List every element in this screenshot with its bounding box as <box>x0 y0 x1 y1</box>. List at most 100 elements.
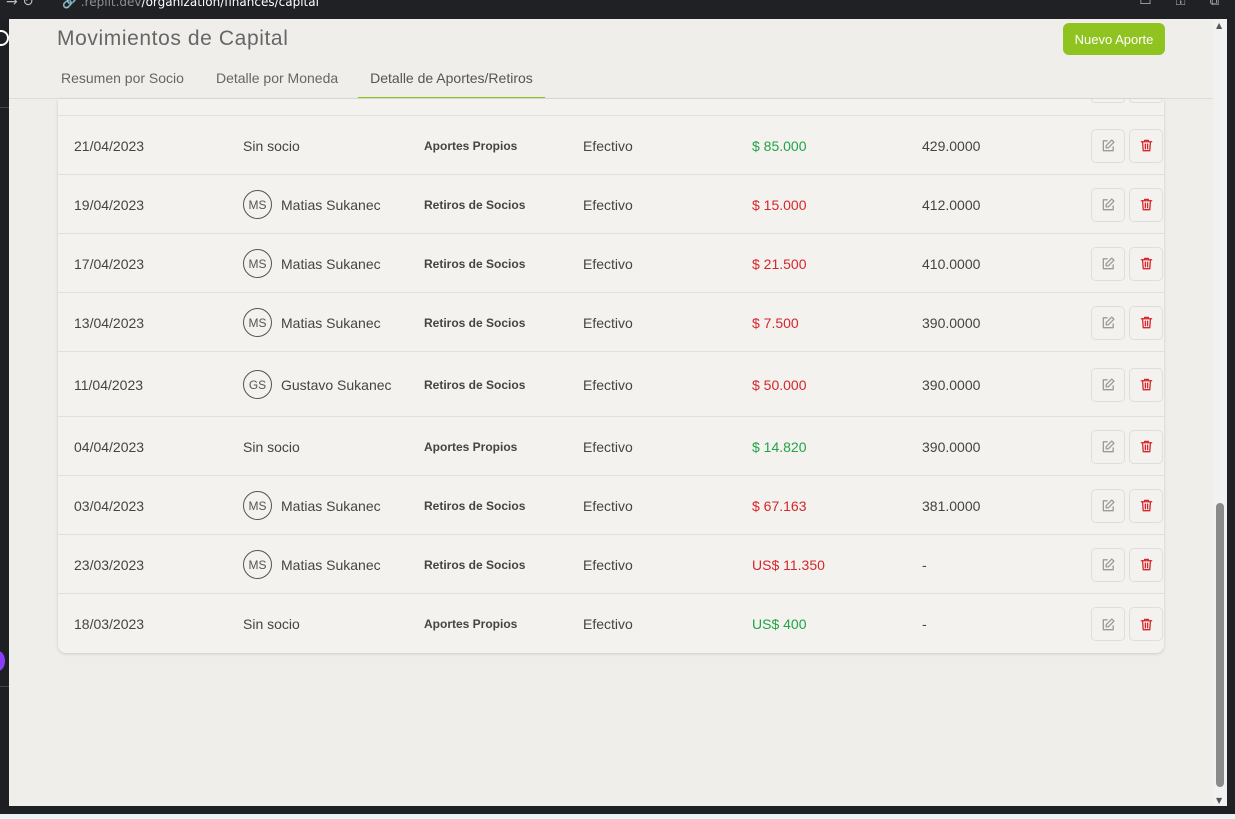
edit-button[interactable] <box>1091 488 1125 523</box>
tab-detalle-por-moneda[interactable]: Detalle por Moneda <box>204 63 350 99</box>
browser-extension-icons[interactable]: ▭ ⚿ ⧉ <box>1139 0 1229 9</box>
delete-button[interactable] <box>1129 429 1163 464</box>
concept-cell: Retiros de Socios <box>424 197 526 212</box>
edit-icon <box>1101 439 1116 454</box>
exchange-rate-cell: 412.0000 <box>922 196 981 213</box>
socio-name: Matias Sukanec <box>281 255 381 272</box>
avatar: GS <box>243 370 272 399</box>
payment-method-cell: Efectivo <box>583 556 633 573</box>
delete-button[interactable] <box>1129 488 1163 523</box>
exchange-rate-cell: 429.0000 <box>922 137 981 154</box>
amount-cell: $ 14.820 <box>752 438 807 455</box>
date-cell: 21/04/2023 <box>74 137 145 154</box>
avatar: MS <box>243 550 272 579</box>
concept-cell: Aportes Propios <box>424 439 518 454</box>
socio-cell: MS Matias Sukanec <box>243 175 381 234</box>
trash-icon <box>1139 377 1154 392</box>
concept-cell: Retiros de Socios <box>424 557 526 572</box>
socio-name: Matias Sukanec <box>281 196 381 213</box>
edit-button[interactable] <box>1091 607 1125 641</box>
concept-cell: Retiros de Socios <box>424 498 526 513</box>
exchange-rate-cell: 381.0000 <box>922 497 981 514</box>
address-bar[interactable]: 🔗 .replit.dev/organization/finances/capi… <box>62 0 319 9</box>
edit-button[interactable] <box>1091 305 1125 340</box>
browser-toolbar: → ↻ 🔗 .replit.dev/organization/finances/… <box>0 0 1235 19</box>
avatar: MS <box>243 491 272 520</box>
date-cell: 19/04/2023 <box>74 196 145 213</box>
page-title: Movimientos de Capital <box>57 27 289 50</box>
edit-button[interactable] <box>1091 429 1125 464</box>
delete-button[interactable] <box>1129 547 1163 582</box>
exchange-rate-cell: 410.0000 <box>922 255 981 272</box>
date-cell: 18/03/2023 <box>74 616 145 632</box>
table-row: 04/04/2023 Sin socio Aportes Propios Efecti… <box>58 416 1164 476</box>
table-row: 11/04/2023 GS Gustavo Sukanec Retiros de So… <box>58 351 1164 417</box>
edit-button[interactable] <box>1091 128 1125 163</box>
socio-name: Sin socio <box>243 137 300 154</box>
amount-cell: $ 7.500 <box>752 314 799 331</box>
trash-icon <box>1139 617 1154 632</box>
exchange-rate-cell: 390.0000 <box>922 438 981 455</box>
tab-resumen-por-socio[interactable]: Resumen por Socio <box>49 63 196 99</box>
trash-icon <box>1139 315 1154 330</box>
payment-method-cell: Efectivo <box>583 137 633 154</box>
edit-button[interactable] <box>1091 246 1125 281</box>
app-page: Movimientos de Capital Nuevo Aporte Resu… <box>9 19 1213 806</box>
payment-method-cell: Efectivo <box>583 196 633 213</box>
scrollbar[interactable]: ▲ ▼ <box>1213 19 1227 806</box>
tab-bar: Resumen por Socio Detalle por Moneda Det… <box>49 63 553 99</box>
new-aporte-button[interactable]: Nuevo Aporte <box>1063 23 1165 55</box>
edit-icon <box>1101 138 1116 153</box>
payment-method-cell: Efectivo <box>583 255 633 272</box>
edit-icon <box>1101 498 1116 513</box>
exchange-rate-cell: - <box>922 556 927 573</box>
edit-button[interactable] <box>1091 367 1125 402</box>
side-dock <box>0 19 9 806</box>
payment-method-cell: Efectivo <box>583 616 633 632</box>
delete-button[interactable] <box>1129 128 1163 163</box>
socio-cell: MS Matias Sukanec <box>243 535 381 594</box>
socio-cell: Sin socio <box>243 116 300 175</box>
delete-button-partial[interactable] <box>1129 99 1163 103</box>
url-path: /organization/finances/capital <box>141 0 319 9</box>
socio-name: Gustavo Sukanec <box>281 376 392 393</box>
edit-button-partial[interactable] <box>1091 99 1125 103</box>
concept-cell: Retiros de Socios <box>424 256 526 271</box>
payment-method-cell: Efectivo <box>583 376 633 393</box>
table-row: 03/04/2023 MS Matias Sukanec Retiros de Soc… <box>58 475 1164 535</box>
table-row: 18/03/2023 Sin socio Aportes Propios Efecti… <box>58 593 1164 653</box>
scrollbar-thumb[interactable] <box>1216 503 1224 787</box>
socio-cell: GS Gustavo Sukanec <box>243 352 392 417</box>
table-row: 19/04/2023 MS Matias Sukanec Retiros de Soc… <box>58 174 1164 234</box>
concept-cell: Retiros de Socios <box>424 377 526 392</box>
date-cell: 04/04/2023 <box>74 438 145 455</box>
dock-purple-icon[interactable] <box>0 651 5 671</box>
delete-button[interactable] <box>1129 187 1163 222</box>
window-edge <box>1227 19 1235 806</box>
date-cell: 17/04/2023 <box>74 255 145 272</box>
concept-cell: Aportes Propios <box>424 138 518 153</box>
dock-divider <box>0 686 9 687</box>
date-cell: 03/04/2023 <box>74 497 145 514</box>
edit-button[interactable] <box>1091 187 1125 222</box>
concept-cell: Aportes Propios <box>424 617 518 631</box>
scroll-down-arrow-icon[interactable]: ▼ <box>1216 796 1222 805</box>
edit-icon <box>1101 557 1116 572</box>
tab-detalle-aportes-retiros[interactable]: Detalle de Aportes/Retiros <box>358 63 545 99</box>
socio-name: Sin socio <box>243 616 300 632</box>
browser-nav-icons[interactable]: → ↻ <box>6 0 34 10</box>
socio-cell: Sin socio <box>243 417 300 476</box>
amount-cell: $ 21.500 <box>752 255 807 272</box>
table-row: 17/04/2023 MS Matias Sukanec Retiros de Soc… <box>58 233 1164 293</box>
delete-button[interactable] <box>1129 305 1163 340</box>
socio-cell: MS Matias Sukanec <box>243 234 381 293</box>
delete-button[interactable] <box>1129 367 1163 402</box>
edit-button[interactable] <box>1091 547 1125 582</box>
socio-cell: MS Matias Sukanec <box>243 476 381 535</box>
dock-circle-icon[interactable] <box>0 30 9 46</box>
delete-button[interactable] <box>1129 246 1163 281</box>
concept-cell: Retiros de Socios <box>424 315 526 330</box>
scroll-up-arrow-icon[interactable]: ▲ <box>1216 21 1222 30</box>
delete-button[interactable] <box>1129 607 1163 641</box>
table-row: 13/04/2023 MS Matias Sukanec Retiros de Soc… <box>58 292 1164 352</box>
